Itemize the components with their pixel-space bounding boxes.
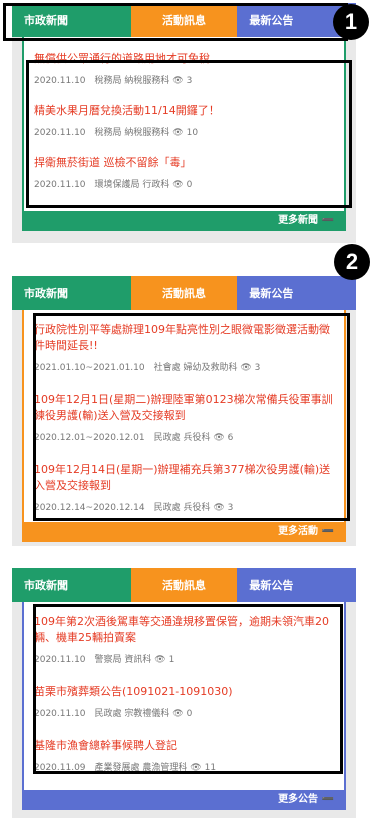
- annotation-box-list-2: [33, 313, 350, 521]
- annotation-box-list-3: [33, 604, 343, 774]
- more-news-button[interactable]: 更多新聞 ➖: [22, 211, 346, 231]
- tab-announcements[interactable]: 最新公告: [237, 276, 357, 310]
- tab-bar: 市政新聞 活動訊息 最新公告: [12, 276, 357, 310]
- tab-city-news[interactable]: 市政新聞: [12, 276, 131, 310]
- annotation-box-list-1: [26, 60, 352, 208]
- tab-activities[interactable]: 活動訊息: [130, 276, 238, 310]
- tab-bar: 市政新聞 活動訊息 最新公告: [12, 568, 357, 602]
- more-activities-button[interactable]: 更多活動 ➖: [22, 522, 346, 542]
- tab-city-news[interactable]: 市政新聞: [12, 568, 131, 602]
- tab-announcements[interactable]: 最新公告: [237, 568, 357, 602]
- more-announcements-button[interactable]: 更多公告 ➖: [22, 790, 346, 810]
- tab-activities[interactable]: 活動訊息: [130, 568, 238, 602]
- annotation-box-tabs-1: [3, 3, 348, 41]
- callout-1: 1: [333, 4, 369, 40]
- callout-2: 2: [334, 244, 370, 280]
